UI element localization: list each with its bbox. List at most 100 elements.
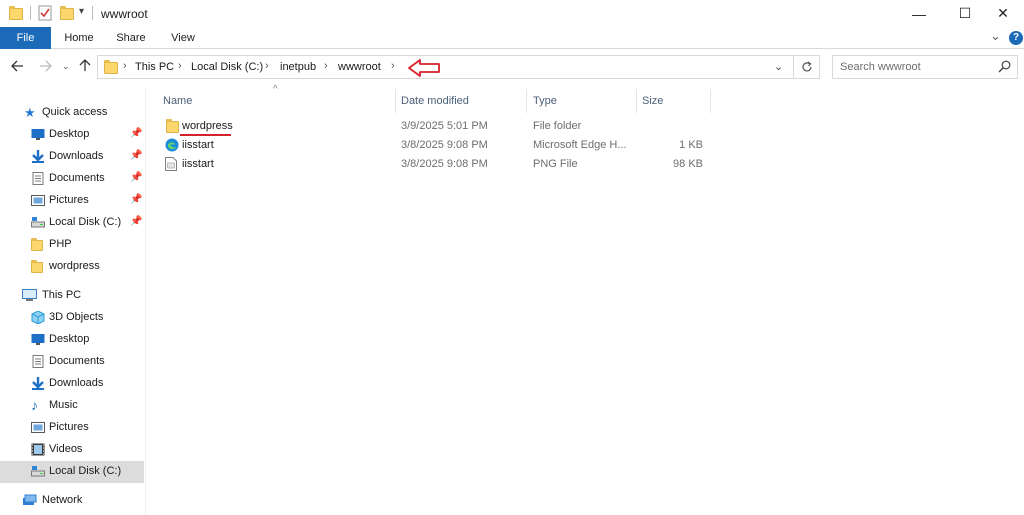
file-size: 1 KB [679,139,703,151]
pin-icon: 📌 [130,216,143,227]
breadcrumb-separator[interactable]: › [265,60,269,72]
breadcrumb-separator[interactable]: › [324,60,328,72]
downloads-icon [31,150,45,163]
drive-icon [31,216,45,229]
nav-item-php[interactable]: PHP [0,234,144,256]
minimize-button[interactable]: — [896,0,942,27]
pin-icon: 📌 [130,128,143,139]
nav-item-documents-pc[interactable]: Documents [0,351,144,373]
address-dropdown-icon[interactable]: ⌄ [774,60,783,73]
this-pc-icon [22,289,37,302]
pictures-icon [31,194,45,207]
desktop-icon [31,128,45,141]
nav-item-wordpress[interactable]: wordpress [0,256,144,278]
breadcrumb-this-pc[interactable]: This PC [135,61,174,73]
close-button[interactable]: ✕ [980,0,1024,27]
videos-icon [31,443,45,456]
nav-network[interactable]: Network [0,490,144,512]
downloads-icon [31,377,45,390]
help-icon[interactable]: ? [1009,31,1023,45]
file-size: 98 KB [673,158,703,170]
nav-item-videos[interactable]: Videos [0,439,144,461]
pin-icon: 📌 [130,194,143,205]
tab-share[interactable]: Share [108,27,154,49]
drive-icon [31,465,45,478]
nav-item-documents[interactable]: Documents 📌 [0,168,144,190]
search-box[interactable] [832,55,1018,79]
breadcrumb-wwwroot[interactable]: wwwroot [338,61,381,73]
column-header-date-modified[interactable]: Date modified [401,89,521,113]
folder-icon [31,238,45,253]
network-icon [22,494,37,507]
expand-ribbon-icon[interactable]: ⌄ [990,28,1001,44]
search-icon[interactable] [998,60,1011,76]
new-folder-icon[interactable] [60,6,74,20]
file-name[interactable]: iisstart [182,158,214,170]
back-button[interactable] [11,59,24,75]
nav-item-pictures[interactable]: Pictures 📌 [0,190,144,212]
breadcrumb-separator[interactable]: › [178,60,182,72]
search-input[interactable] [833,56,993,78]
properties-icon[interactable] [38,5,52,24]
column-divider[interactable] [395,89,396,113]
breadcrumb-local-disk[interactable]: Local Disk (C:) [191,61,263,73]
file-type: Microsoft Edge H... [533,139,627,151]
column-header-type[interactable]: Type [533,89,633,113]
folder-icon [166,119,179,133]
file-name[interactable]: wordpress [182,120,233,132]
ribbon-tabs: File Home Share View ⌄ ? [0,27,1024,49]
breadcrumb-separator[interactable]: › [391,60,395,72]
nav-item-pictures-pc[interactable]: Pictures [0,417,144,439]
file-date: 3/8/2025 9:08 PM [401,158,488,170]
file-list: ^ Name Date modified Type Size wordpress… [155,84,1024,515]
window-title: wwwroot [101,7,148,21]
up-button[interactable] [79,58,91,75]
png-file-icon [165,157,177,174]
pin-icon: 📌 [130,150,143,161]
recent-locations-icon[interactable]: ⌄ [62,61,70,72]
title-bar: ▾ wwwroot — ☐ ✕ [0,0,1024,27]
edge-html-icon [165,138,179,155]
address-row: ⌄ › This PC › Local Disk (C:) › inetpub … [0,49,1024,87]
table-row[interactable]: iisstart 3/8/2025 9:08 PM Microsoft Edge… [155,136,715,155]
star-icon: ★ [24,105,36,120]
table-row[interactable]: wordpress 3/9/2025 5:01 PM File folder [155,117,715,136]
nav-item-local-disk-pc[interactable]: Local Disk (C:) [0,461,144,483]
table-row[interactable]: iisstart 3/8/2025 9:08 PM PNG File 98 KB [155,155,715,174]
column-divider[interactable] [526,89,527,113]
documents-icon [31,172,45,185]
refresh-icon [801,61,812,72]
nav-quick-access[interactable]: ★ Quick access [0,102,144,124]
breadcrumb-separator[interactable]: › [123,60,127,72]
pictures-icon [31,421,45,434]
nav-item-music[interactable]: ♪ Music [0,395,144,417]
nav-item-downloads-pc[interactable]: Downloads [0,373,144,395]
nav-item-desktop[interactable]: Desktop 📌 [0,124,144,146]
file-name[interactable]: iisstart [182,139,214,151]
file-date: 3/8/2025 9:08 PM [401,139,488,151]
tab-file[interactable]: File [0,27,51,49]
breadcrumb-inetpub[interactable]: inetpub [280,61,316,73]
folder-icon [31,260,45,275]
nav-item-3d-objects[interactable]: 3D Objects [0,307,144,329]
folder-icon [9,6,23,20]
column-header-name[interactable]: Name [163,89,393,113]
forward-button[interactable] [39,59,52,75]
folder-icon [104,60,118,74]
customize-toolbar-icon[interactable]: ▾ [79,6,84,17]
3d-objects-icon [31,310,45,325]
address-bar[interactable]: › This PC › Local Disk (C:) › inetpub › … [97,55,794,79]
column-divider[interactable] [636,89,637,113]
nav-this-pc[interactable]: This PC [0,285,144,307]
pin-icon: 📌 [130,172,143,183]
nav-item-local-disk[interactable]: Local Disk (C:) 📌 [0,212,144,234]
nav-item-desktop-pc[interactable]: Desktop [0,329,144,351]
tab-view[interactable]: View [160,27,206,49]
file-date: 3/9/2025 5:01 PM [401,120,488,132]
refresh-button[interactable] [794,55,820,79]
tab-home[interactable]: Home [56,27,102,49]
column-divider[interactable] [710,89,711,113]
separator [30,6,31,20]
nav-item-downloads[interactable]: Downloads 📌 [0,146,144,168]
column-header-size[interactable]: Size [642,89,702,113]
